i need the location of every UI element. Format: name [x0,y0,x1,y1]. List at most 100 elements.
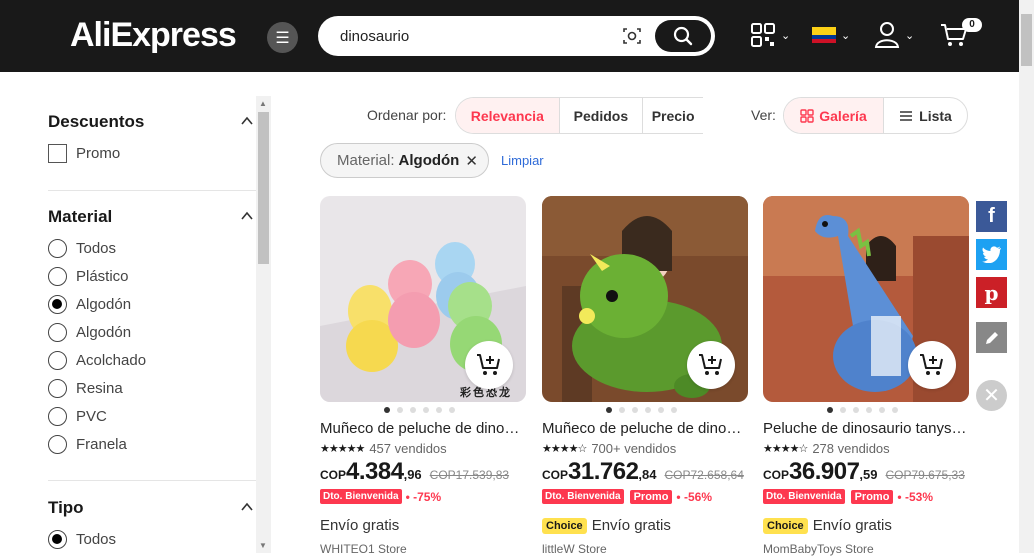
aliexpress-logo[interactable]: AliExpress [70,16,237,55]
chip-key: Material: [337,152,395,169]
old-price: COP79.675,33 [885,468,965,482]
tipo-title: Tipo [48,498,84,517]
tipo-option-todos[interactable]: Todos [48,529,116,549]
search-button[interactable] [655,20,711,52]
checkbox[interactable] [48,143,67,163]
material-option-plastico[interactable]: Plástico [48,266,129,286]
radio-button-selected[interactable] [48,294,67,314]
cart-button[interactable]: 0 [940,18,982,50]
material-option-todos[interactable]: Todos [48,238,116,258]
page-scrollbar-thumb[interactable] [1021,14,1032,66]
chevron-up-icon[interactable] [240,209,254,223]
image-carousel-dots[interactable] [827,407,898,413]
promo-checkbox[interactable]: Promo [48,143,120,163]
chevron-up-icon[interactable] [240,114,254,128]
close-icon[interactable]: ✕ [465,152,478,170]
view-label: Ver: [751,107,776,123]
material-option-pvc[interactable]: PVC [48,406,107,426]
shipping-label: Envío gratis [591,517,671,534]
sidebar-scrollbar[interactable]: ▲ ▼ [256,96,271,553]
sort-tab-precio[interactable]: Precio [643,98,703,133]
page-scrollbar[interactable] [1019,0,1034,553]
material-option-algodon-2[interactable]: Algodón [48,322,131,342]
add-to-cart-button[interactable] [687,341,735,389]
search-input[interactable] [340,25,610,47]
product-price: COP 36.907 ,59 COP79.675,33 [763,458,965,486]
image-carousel-dots[interactable] [606,407,677,413]
product-card[interactable]: 彩色恐龙 Muñeco de peluche de dinosaurio ★★★… [320,196,526,556]
product-image[interactable] [763,196,969,402]
store-name[interactable]: littleW Store [542,542,607,556]
radio-button[interactable] [48,378,67,398]
product-card[interactable]: Muñeco de peluche de dinosaurio ★★★★☆ 700… [542,196,748,556]
radio-button[interactable] [48,350,67,370]
top-header: AliExpress ☰ ⌄ ⌄ [0,0,1019,72]
grid-icon [800,108,814,123]
account-menu[interactable]: ⌄ [874,20,914,50]
product-image[interactable]: 彩色恐龙 [320,196,526,402]
store-name[interactable]: WHITEO1 Store [320,542,407,556]
discounts-title: Descuentos [48,112,145,131]
menu-icon[interactable]: ☰ [267,22,298,53]
facebook-icon[interactable]: f [976,201,1007,232]
radio-button[interactable] [48,322,67,342]
store-name[interactable]: MomBabyToys Store [763,542,874,556]
pencil-shape [985,331,998,344]
product-image[interactable] [542,196,748,402]
chevron-down-icon: ⌄ [781,29,791,42]
active-filter-chip[interactable]: Material: Algodón ✕ [320,143,489,178]
material-option-acolchado[interactable]: Acolchado [48,350,146,370]
radio-button[interactable] [48,406,67,426]
old-price: COP72.658,64 [664,468,744,482]
material-title: Material [48,207,113,226]
pinterest-icon[interactable]: p [976,277,1007,308]
colombia-flag-icon [812,27,836,43]
scroll-down-arrow[interactable]: ▼ [259,541,267,550]
choice-badge: Choice [763,517,808,534]
choice-badge: Choice [542,517,587,534]
clear-filters-link[interactable]: Limpiar [501,153,544,168]
scroll-up-arrow[interactable]: ▲ [259,99,267,108]
rating-stars-icon: ★★★★★ [320,443,365,455]
image-carousel-dots[interactable] [384,407,455,413]
add-to-cart-button[interactable] [908,341,956,389]
product-title[interactable]: Peluche de dinosaurio tanystropheus [763,420,969,437]
material-option-resina[interactable]: Resina [48,378,123,398]
country-selector[interactable]: ⌄ [812,20,850,50]
discount-percent: • -56% [676,489,712,504]
radio-button[interactable] [48,434,67,454]
radio-button[interactable] [48,266,67,286]
sort-tab-pedidos[interactable]: Pedidos [560,98,644,133]
sort-tab-relevancia[interactable]: Relevancia [456,98,560,133]
twitter-icon[interactable] [976,239,1007,270]
radio-button[interactable] [48,238,67,258]
chevron-down-icon: ⌄ [905,29,915,42]
discount-value: -53% [904,489,933,504]
currency: COP [763,468,790,482]
welcome-discount-badge: Dto. Bienvenida [320,489,402,504]
welcome-discount-badge: Dto. Bienvenida [542,489,624,504]
discount-percent: • -53% [897,489,933,504]
product-title[interactable]: Muñeco de peluche de dinosaurio [542,420,748,437]
sold-count: 278 vendidos [812,441,890,456]
discount-value: -56% [683,489,712,504]
close-icon[interactable]: ✕ [976,380,1007,411]
product-price: COP 31.762 ,84 COP72.658,64 [542,458,744,486]
radio-button-selected[interactable] [48,529,67,549]
price-integer: 4.384 [346,458,404,485]
sidebar-scrollbar-thumb[interactable] [258,112,269,264]
add-to-cart-button[interactable] [465,341,513,389]
product-title[interactable]: Muñeco de peluche de dinosaurio [320,420,526,437]
divider [48,480,256,481]
product-card[interactable]: Peluche de dinosaurio tanystropheus ★★★★… [763,196,969,556]
option-label: Resina [76,379,123,397]
qr-code-menu[interactable]: ⌄ [750,20,790,50]
material-option-franela[interactable]: Franela [48,434,127,454]
camera-search-icon[interactable] [621,25,643,47]
view-tab-label: Galería [819,107,867,124]
view-tab-lista[interactable]: Lista [884,98,967,133]
material-option-algodon[interactable]: Algodón [48,294,131,314]
chevron-up-icon[interactable] [240,500,254,514]
edit-icon[interactable] [976,322,1007,353]
view-tab-galeria[interactable]: Galería [784,98,884,133]
